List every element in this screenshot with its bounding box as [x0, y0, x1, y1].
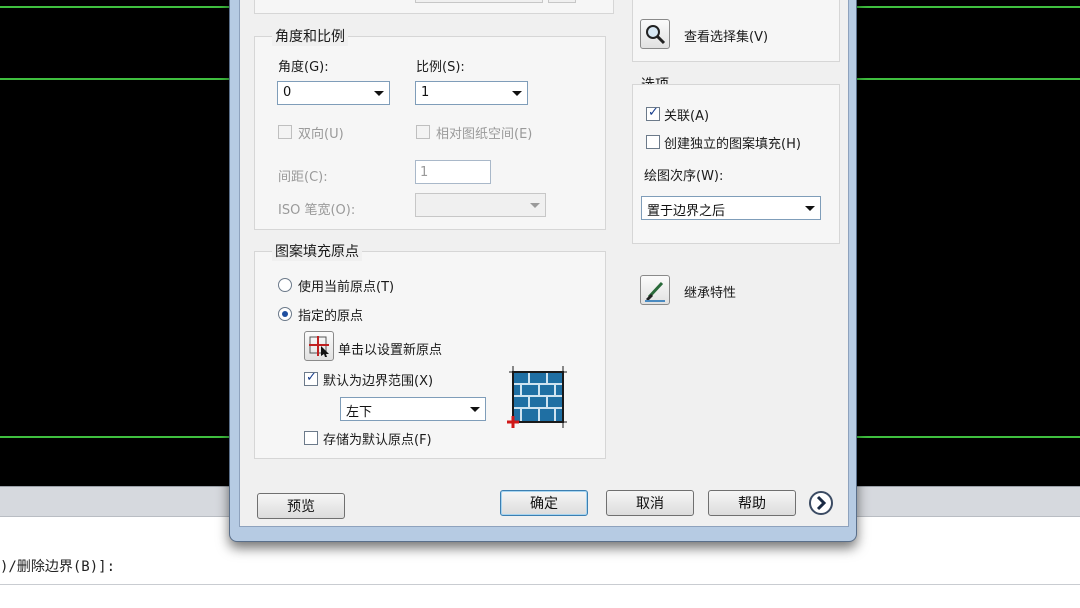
angle-label: 角度(G):	[278, 60, 329, 75]
iso-pen-label: ISO 笔宽(O):	[278, 203, 356, 218]
more-options-button[interactable]	[809, 491, 833, 515]
chevron-down-icon	[470, 407, 480, 412]
draw-order-combo[interactable]: 置于边界之后	[641, 196, 821, 220]
command-line[interactable]	[0, 553, 1080, 585]
specified-origin-label: 指定的原点	[298, 309, 364, 324]
relative-paperspace-checkbox[interactable]	[416, 125, 430, 139]
draw-order-value: 置于边界之后	[647, 204, 726, 219]
view-selection-button[interactable]	[640, 19, 670, 49]
angle-value: 0	[283, 85, 292, 100]
chevron-down-icon	[530, 203, 540, 208]
store-default-origin-checkbox[interactable]	[304, 431, 318, 445]
independent-hatch-label: 创建独立的图案填充(H)	[664, 137, 801, 152]
spacing-label: 间距(C):	[278, 170, 328, 185]
brush-icon	[645, 281, 665, 302]
spacing-input[interactable]	[415, 160, 491, 184]
default-boundary-checkbox[interactable]	[304, 370, 318, 386]
inherit-properties-button[interactable]	[640, 275, 670, 305]
pattern-browse-remnant[interactable]	[548, 0, 576, 3]
spacing-field[interactable]	[416, 161, 490, 183]
set-origin-button[interactable]	[304, 331, 334, 361]
store-default-origin-label: 存储为默认原点(F)	[323, 433, 432, 448]
ok-button[interactable]: 确定	[500, 490, 588, 516]
relative-paperspace-label: 相对图纸空间(E)	[436, 127, 533, 142]
command-prompt-text: )/删除边界(B)]:	[0, 559, 116, 575]
hatch-origin-title: 图案填充原点	[272, 241, 362, 261]
boundary-position-value: 左下	[346, 405, 373, 420]
pattern-combo-remnant[interactable]	[415, 0, 543, 3]
click-set-origin-label: 单击以设置新原点	[338, 343, 443, 358]
cancel-button[interactable]: 取消	[606, 490, 694, 516]
pick-point-icon	[309, 336, 329, 357]
angle-combo[interactable]: 0	[277, 81, 390, 105]
draw-order-label: 绘图次序(W):	[644, 169, 724, 184]
help-button[interactable]: 帮助	[708, 490, 796, 516]
dialog-body: 角度和比例 角度(G): 0 比例(S): 1 双向(U) 相对图纸空间(E) …	[239, 0, 849, 527]
associative-label: 关联(A)	[664, 109, 710, 124]
view-selection-label: 查看选择集(V)	[684, 30, 769, 45]
default-boundary-label: 默认为边界范围(X)	[323, 374, 434, 389]
specified-origin-radio[interactable]	[278, 307, 292, 321]
pattern-group-remnant	[254, 0, 614, 14]
hatch-dialog: 角度和比例 角度(G): 0 比例(S): 1 双向(U) 相对图纸空间(E) …	[229, 0, 857, 542]
scale-label: 比例(S):	[416, 60, 465, 75]
chevron-right-icon	[816, 495, 827, 511]
scale-combo[interactable]: 1	[415, 81, 528, 105]
boundary-position-combo[interactable]: 左下	[340, 397, 486, 421]
independent-hatch-checkbox[interactable]	[646, 135, 660, 149]
inherit-properties-label: 继承特性	[684, 286, 737, 301]
double-checkbox[interactable]	[278, 125, 292, 139]
chevron-down-icon	[374, 91, 384, 96]
use-current-origin-label: 使用当前原点(T)	[298, 280, 395, 295]
preview-button[interactable]: 预览	[257, 493, 345, 519]
use-current-origin-radio[interactable]	[278, 278, 292, 292]
chevron-down-icon	[805, 206, 815, 211]
associative-checkbox[interactable]	[646, 105, 660, 121]
magnifier-icon	[646, 25, 666, 45]
angle-scale-title: 角度和比例	[272, 26, 348, 46]
iso-pen-combo[interactable]	[415, 193, 546, 217]
double-label: 双向(U)	[298, 127, 344, 142]
chevron-down-icon	[512, 91, 522, 96]
scale-value: 1	[421, 85, 430, 100]
origin-preview-icon	[505, 366, 567, 428]
